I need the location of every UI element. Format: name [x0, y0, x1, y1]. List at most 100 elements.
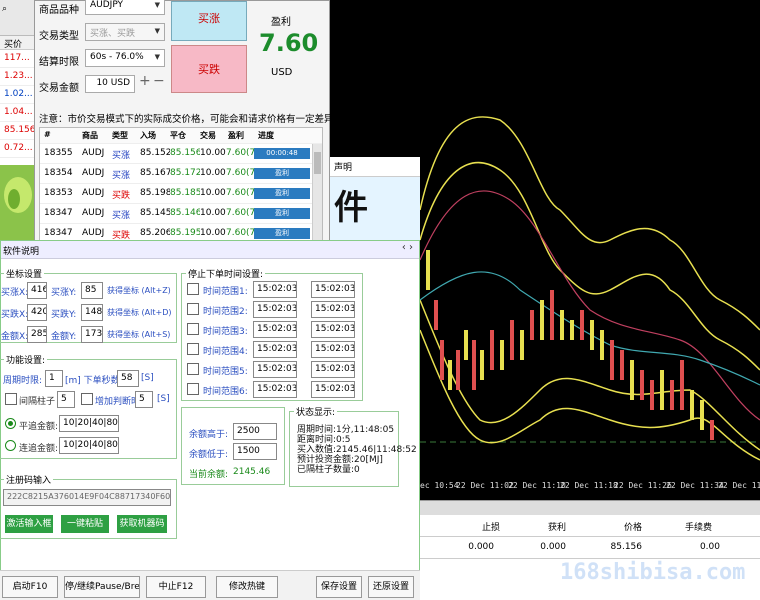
stop-time-from[interactable]: 15:02:03	[253, 321, 297, 338]
quote-item[interactable]: 1.04...	[0, 104, 35, 122]
stop-time-to[interactable]: 15:02:03	[311, 281, 355, 298]
buy-down-button[interactable]: 买跌	[171, 45, 247, 93]
coord-x-input[interactable]: 416	[27, 282, 47, 299]
quote-item[interactable]: 85.156	[0, 122, 36, 140]
cont-input[interactable]: 10|20|40|80	[59, 437, 119, 454]
pause-button[interactable]: 停/继续Pause/Break	[64, 576, 140, 598]
stop-time-to[interactable]: 15:02:03	[311, 381, 355, 398]
stop-time-checkbox[interactable]	[187, 383, 199, 395]
stop-time-to[interactable]: 15:02:03	[311, 361, 355, 378]
stop-time-to[interactable]: 15:02:03	[311, 301, 355, 318]
col-stoploss: 止损	[481, 523, 500, 533]
delay-input[interactable]: 5	[135, 391, 153, 408]
cont-radio[interactable]	[5, 440, 16, 451]
quote-item[interactable]: 1.23...	[0, 68, 35, 86]
time-tick: 22 Dec 11:02	[456, 481, 514, 490]
table-row[interactable]: 18354AUDJ买涨85.16785.17210.007.60(76盈利	[40, 164, 322, 184]
stop-time-from[interactable]: 15:02:03	[253, 281, 297, 298]
amount-input[interactable]: 10 USD	[85, 75, 135, 93]
expiry-select[interactable]: 60s - 76.0% ▼	[85, 49, 165, 67]
scrollbar-thumb[interactable]	[314, 152, 321, 174]
col-amount: 交易	[200, 131, 216, 140]
trade-panel: 商品品种 AUDJPY ▼ 交易类型 买涨、买跌 ▼ 结算时限 60s - 76…	[34, 0, 334, 255]
quote-item[interactable]: 1.02...	[0, 86, 35, 104]
stop-time-from[interactable]: 15:02:03	[253, 341, 297, 358]
period-input[interactable]: 1	[45, 370, 63, 387]
stop-time-checkbox[interactable]	[187, 283, 199, 295]
row-entry: 85.145	[140, 208, 170, 218]
reg-code-input[interactable]: 222C8215A376014E9F04C88717340F6094518	[3, 489, 171, 506]
coord-x-input[interactable]: 285	[27, 326, 47, 343]
row-profit: 7.60(76	[226, 208, 256, 218]
period-label: 周期时限:	[3, 376, 43, 386]
type-select[interactable]: 买涨、买跌 ▼	[85, 23, 165, 41]
flat-input[interactable]: 10|20|40|80	[59, 415, 119, 432]
get-machine-code-button[interactable]: 获取机器码	[117, 515, 167, 533]
row-entry: 85.206	[140, 228, 170, 238]
quote-search-tab[interactable]: ⌕	[0, 0, 35, 36]
stop-time-from[interactable]: 15:02:03	[253, 301, 297, 318]
symbol-select[interactable]: AUDJPY ▼	[85, 0, 165, 15]
balance-current-value: 2145.46	[233, 467, 271, 477]
coord-y-input[interactable]: 85	[81, 282, 103, 299]
seconds-input[interactable]: 58	[117, 370, 139, 387]
get-coord-link[interactable]: 获得坐标 (Alt+D)	[107, 307, 171, 318]
delay-checkbox[interactable]	[81, 393, 93, 405]
flat-radio[interactable]	[5, 418, 16, 429]
row-profit: 7.60(76	[226, 148, 256, 158]
reg-title: 注册码输入	[4, 473, 54, 486]
screen: ec 10:54 22 Dec 11:02 22 Dec 11:10 22 De…	[0, 0, 760, 600]
paste-button[interactable]: 一键粘贴	[61, 515, 109, 533]
quote-item[interactable]: 0.72...	[0, 140, 35, 158]
save-settings-button[interactable]: 保存设置	[316, 576, 362, 598]
symbol-value: AUDJPY	[90, 0, 124, 10]
stop-button[interactable]: 中止F12	[146, 576, 206, 598]
table-row[interactable]: 0.000 0.000 85.156 0.00	[420, 537, 760, 559]
get-coord-link[interactable]: 获得坐标 (Alt+Z)	[107, 285, 171, 296]
row-type: 买跌	[112, 191, 131, 201]
buy-up-button[interactable]: 买涨	[171, 1, 247, 41]
time-tick: 22 Dec 11:18	[560, 481, 618, 490]
start-button[interactable]: 启动F10	[2, 576, 58, 598]
time-tick: ec 10:54	[420, 481, 459, 490]
table-row[interactable]: 18355AUDJ买涨85.15285.15610.007.60(7600:00…	[40, 144, 322, 164]
get-coord-link[interactable]: 获得坐标 (Alt+S)	[107, 329, 170, 340]
restore-settings-button[interactable]: 还原设置	[368, 576, 414, 598]
balance-high-input[interactable]: 2500	[233, 423, 277, 440]
type-value: 买涨、买跌	[90, 29, 136, 39]
profit-value: 7.60	[259, 29, 319, 57]
table-row[interactable]: 18353AUDJ买跌85.19885.18510.007.60(76盈利	[40, 184, 322, 204]
watermark: 168shibisa.com	[560, 560, 746, 585]
tab-scroll-arrows[interactable]: ‹ ›	[402, 242, 413, 253]
stop-time-from[interactable]: 15:02:03	[253, 361, 297, 378]
activate-button[interactable]: 激活输入框	[5, 515, 53, 533]
profit-unit: USD	[271, 67, 293, 78]
table-row[interactable]: 18347AUDJ买涨85.14585.14610.007.60(76盈利	[40, 204, 322, 224]
coord-y-input[interactable]: 148	[81, 304, 103, 321]
stop-time-to[interactable]: 15:02:03	[311, 321, 355, 338]
status-line: 买入数值:2145.46|11:48:52	[297, 445, 417, 455]
stop-time-checkbox[interactable]	[187, 303, 199, 315]
row-close: 85.172	[170, 168, 200, 178]
balance-low-input[interactable]: 1500	[233, 443, 277, 460]
stop-time-checkbox[interactable]	[187, 363, 199, 375]
stop-time-to[interactable]: 15:02:03	[311, 341, 355, 358]
stop-time-checkbox[interactable]	[187, 323, 199, 335]
hotkey-button[interactable]: 修改热键	[216, 576, 278, 598]
row-symbol: AUDJ	[82, 168, 105, 178]
coord-y-label: 金额Y:	[51, 332, 77, 342]
coord-x-input[interactable]: 420	[27, 304, 47, 321]
coord-y-input[interactable]: 173	[81, 326, 103, 343]
stop-time-from[interactable]: 15:02:03	[253, 381, 297, 398]
minus-button[interactable]: −	[153, 73, 165, 89]
quote-item[interactable]: 117...	[0, 50, 35, 68]
row-id: 18353	[44, 188, 73, 198]
menu-software-help[interactable]: 软件说明	[3, 244, 39, 257]
func-title: 功能设置:	[4, 353, 48, 366]
gap-input[interactable]: 5	[57, 391, 75, 408]
gap-checkbox[interactable]	[5, 393, 17, 405]
trades-scrollbar[interactable]	[312, 144, 322, 244]
stop-time-checkbox[interactable]	[187, 343, 199, 355]
row-profit: 7.60(76	[226, 188, 256, 198]
plus-button[interactable]: +	[139, 73, 151, 89]
